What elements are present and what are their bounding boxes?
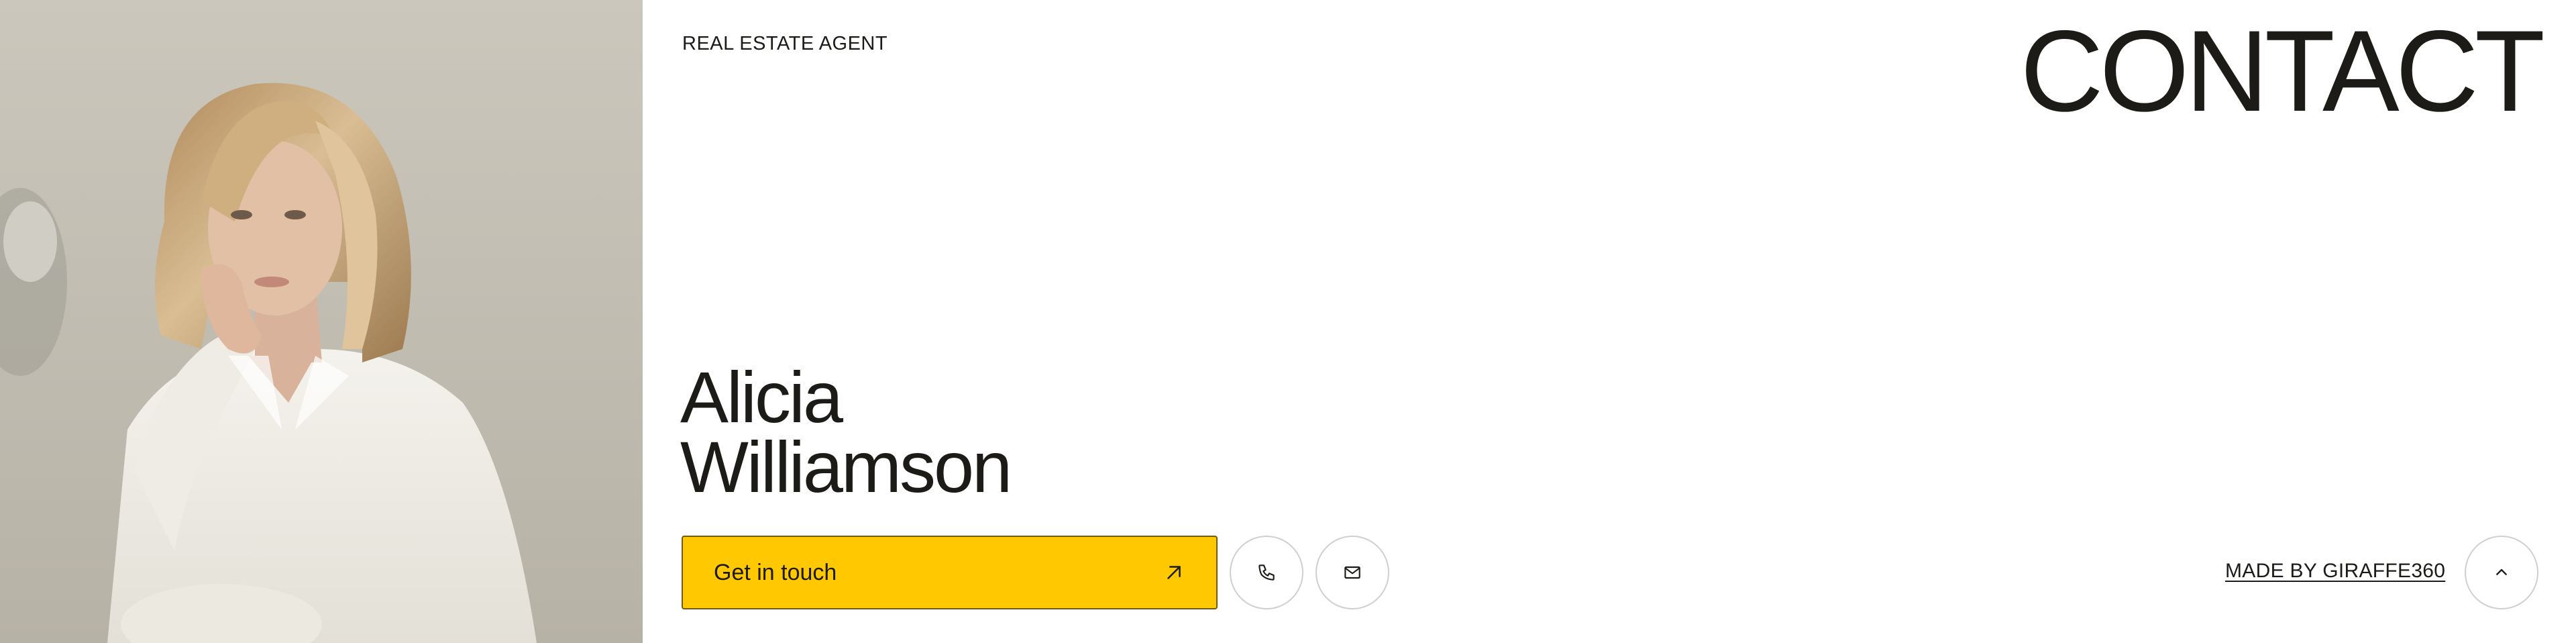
mail-icon <box>1344 566 1360 579</box>
phone-icon <box>1258 564 1275 581</box>
get-in-touch-button[interactable]: Get in touch <box>682 536 1218 609</box>
arrow-up-right-icon <box>1167 566 1181 579</box>
agent-first-name: Alicia <box>680 356 843 438</box>
made-by-link[interactable]: MADE BY GIRAFFE360 <box>2225 560 2445 583</box>
agent-last-name: Williamson <box>680 426 1012 507</box>
scroll-top-button[interactable] <box>2465 536 2538 609</box>
get-in-touch-label: Get in touch <box>714 559 837 585</box>
agent-name: Alicia Williamson <box>680 356 1012 507</box>
agent-photo <box>0 0 643 643</box>
chevron-up-icon <box>2496 568 2507 575</box>
agent-role: REAL ESTATE AGENT <box>682 33 888 54</box>
mail-button[interactable] <box>1316 536 1389 609</box>
phone-button[interactable] <box>1230 536 1303 609</box>
page-title: CONTACT <box>2020 7 2545 136</box>
